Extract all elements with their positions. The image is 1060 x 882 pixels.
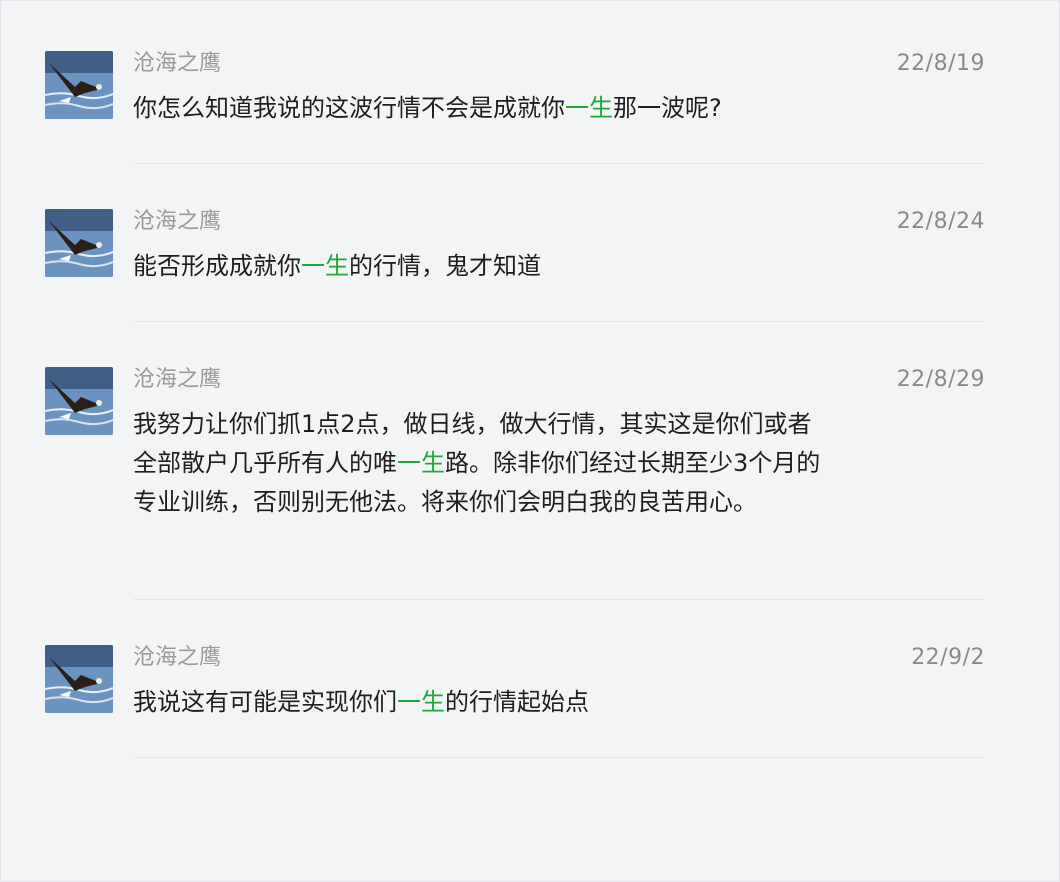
- comment-author[interactable]: 沧海之鹰: [133, 209, 221, 235]
- eagle-avatar-icon: [45, 367, 113, 435]
- comment-list: 沧海之鹰 22/8/19 你怎么知道我说的这波行情不会是成就你一生那一波呢? 沧…: [0, 0, 1060, 882]
- comment-text: 能否形成成就你一生的行情，鬼才知道: [133, 247, 853, 286]
- comment-item: 沧海之鹰 22/8/24 能否形成成就你一生的行情，鬼才知道: [45, 209, 985, 309]
- comment-date: 22/8/24: [896, 209, 985, 234]
- comment-author[interactable]: 沧海之鹰: [133, 367, 221, 393]
- avatar[interactable]: [45, 209, 113, 277]
- highlighted-keyword: 一生: [301, 252, 349, 280]
- highlighted-keyword: 一生: [397, 688, 445, 716]
- comment-item: 沧海之鹰 22/8/29 我努力让你们抓1点2点，做日线，做大行情，其实这是你们…: [45, 367, 985, 567]
- comment-date: 22/8/29: [896, 367, 985, 392]
- comment-text: 我努力让你们抓1点2点，做日线，做大行情，其实这是你们或者全部散户几乎所有人的唯…: [133, 405, 833, 522]
- comment-text-part: 我说这有可能是实现你们: [133, 688, 397, 716]
- comment-text-part: 那一波呢?: [613, 94, 722, 122]
- comment-text: 你怎么知道我说的这波行情不会是成就你一生那一波呢?: [133, 89, 853, 128]
- comment-date: 22/9/2: [911, 645, 985, 670]
- comment-text-part: 你怎么知道我说的这波行情不会是成就你: [133, 94, 565, 122]
- comment-divider: [134, 599, 985, 600]
- comment-date: 22/8/19: [896, 51, 985, 76]
- comment-divider: [134, 321, 985, 322]
- comment-divider: [134, 757, 985, 758]
- avatar[interactable]: [45, 645, 113, 713]
- avatar[interactable]: [45, 51, 113, 119]
- comment-author[interactable]: 沧海之鹰: [133, 645, 221, 671]
- comment-divider: [134, 163, 985, 164]
- highlighted-keyword: 一生: [397, 449, 445, 477]
- comment-text-part: 能否形成成就你: [133, 252, 301, 280]
- eagle-avatar-icon: [45, 645, 113, 713]
- comment-author[interactable]: 沧海之鹰: [133, 51, 221, 77]
- eagle-avatar-icon: [45, 209, 113, 277]
- comment-item: 沧海之鹰 22/8/19 你怎么知道我说的这波行情不会是成就你一生那一波呢?: [45, 51, 985, 151]
- eagle-avatar-icon: [45, 51, 113, 119]
- comment-text-part: 的行情起始点: [445, 688, 589, 716]
- comment-text-part: 的行情，鬼才知道: [349, 252, 541, 280]
- comment-text: 我说这有可能是实现你们一生的行情起始点: [133, 683, 853, 722]
- highlighted-keyword: 一生: [565, 94, 613, 122]
- avatar[interactable]: [45, 367, 113, 435]
- comment-item: 沧海之鹰 22/9/2 我说这有可能是实现你们一生的行情起始点: [45, 645, 985, 745]
